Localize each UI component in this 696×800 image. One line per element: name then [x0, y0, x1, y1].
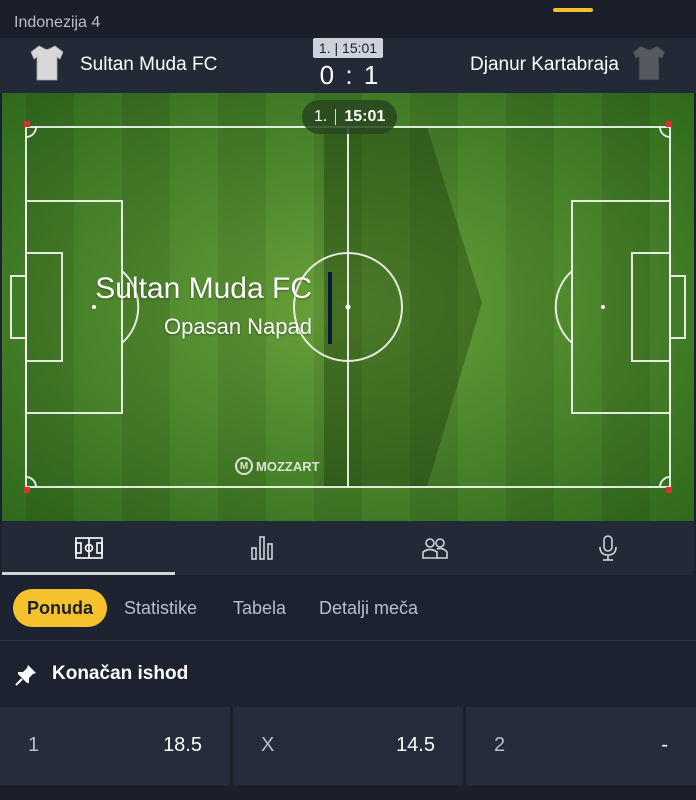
- event-action: Opasan Napad: [164, 314, 312, 339]
- odd-label: 2: [494, 734, 506, 756]
- home-team-name: Sultan Muda FC: [80, 54, 218, 75]
- home-score: 0: [319, 60, 337, 90]
- event-indicator-bar: [328, 272, 332, 344]
- tab-table[interactable]: Tabela: [233, 589, 286, 627]
- tab-match-details[interactable]: Detalji meča: [319, 589, 418, 627]
- odd-value: 18.5: [163, 734, 202, 756]
- period-label: 1.: [318, 40, 331, 56]
- odd-label: X: [261, 734, 275, 756]
- odd-draw[interactable]: X 14.5: [233, 707, 463, 785]
- active-indicator: [553, 8, 593, 12]
- clock-label: 15:01: [342, 40, 378, 56]
- pitch-icon: [74, 537, 103, 559]
- away-team-name: Djanur Kartabraja: [470, 54, 619, 75]
- tab-lineups[interactable]: [348, 521, 521, 575]
- market-header: Konačan ishod: [0, 641, 696, 707]
- odd-label: 1: [28, 734, 40, 756]
- odd-away[interactable]: 2 -: [466, 707, 696, 785]
- pitch-clock: 1. 15:01: [302, 100, 398, 134]
- stats-bars-icon: [250, 536, 273, 560]
- tab-commentary[interactable]: [521, 521, 694, 575]
- top-bar: Indonezija 4: [0, 0, 696, 38]
- pin-icon[interactable]: [14, 663, 38, 687]
- brand-watermark: M MOZZART: [235, 457, 320, 475]
- pitch-clock-time: 15:01: [344, 108, 386, 125]
- divider: [335, 109, 337, 125]
- event-team: Sultan Muda FC: [95, 272, 312, 305]
- market-title: Konačan ishod: [52, 663, 189, 684]
- bottom-spacer: [0, 785, 696, 800]
- lineup-icon: [421, 538, 448, 559]
- odd-home[interactable]: 1 18.5: [0, 707, 230, 785]
- tab-offer[interactable]: Ponuda: [13, 589, 107, 627]
- tab-stats[interactable]: Statistike: [124, 589, 197, 627]
- tab-statistics[interactable]: [175, 521, 348, 575]
- odd-value: -: [661, 734, 668, 756]
- brand-text: MOZZART: [256, 458, 320, 474]
- view-tabs: [2, 521, 694, 575]
- odds-row: 1 18.5 X 14.5 2 -: [0, 707, 696, 785]
- pitch-graphic: [2, 93, 694, 521]
- scoreboard: Sultan Muda FC 1. | 15:01 0 : 1 Djanur K…: [0, 38, 696, 93]
- score-separator: :: [345, 60, 355, 90]
- pitch-period: 1.: [314, 108, 328, 125]
- away-jersey-icon: [632, 45, 666, 81]
- away-score: 1: [363, 60, 381, 90]
- tab-pitch[interactable]: [2, 521, 175, 575]
- match-clock: 1. | 15:01: [313, 38, 383, 58]
- score: 0 : 1: [300, 60, 400, 91]
- microphone-icon: [598, 535, 617, 561]
- live-pitch: [2, 93, 694, 521]
- home-jersey-icon: [30, 45, 64, 81]
- mozzart-logo-icon: M: [235, 457, 253, 475]
- odd-value: 14.5: [396, 734, 435, 756]
- league-name: Indonezija 4: [14, 14, 101, 31]
- content-tabs: Ponuda Statistike Tabela Detalji meča: [0, 575, 696, 641]
